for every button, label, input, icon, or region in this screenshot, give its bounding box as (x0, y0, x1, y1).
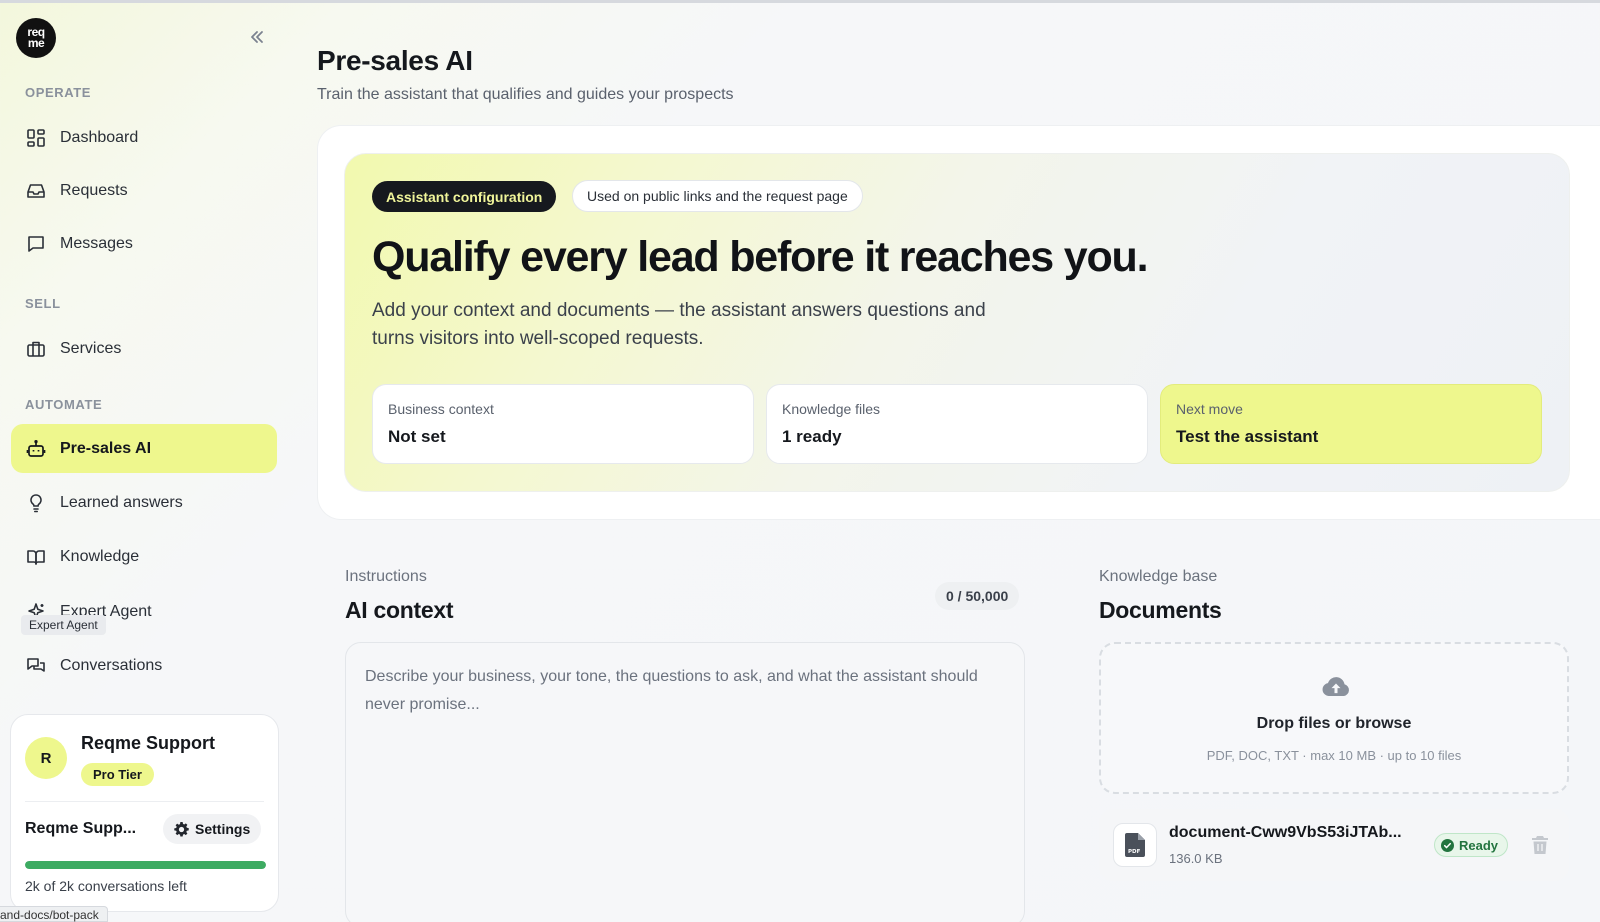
settings-button[interactable]: Settings (163, 814, 262, 844)
stat-business-context[interactable]: Business context Not set (372, 384, 754, 464)
grid-icon (25, 127, 47, 149)
sidebar-item-label: Requests (60, 181, 128, 199)
dropzone-title: Drop files or browse (1256, 715, 1412, 732)
bot-icon (25, 438, 47, 460)
chat-icon (25, 655, 47, 677)
hero-title: Qualify every lead before it reaches you… (372, 233, 1149, 281)
stat-value: Not set (388, 427, 446, 446)
sidebar-item-label: Pre-sales AI (60, 439, 152, 457)
settings-label: Settings (195, 821, 251, 837)
section-sell: SELL (25, 296, 61, 311)
dropzone-hint: PDF, DOC, TXT · max 10 MB · up to 10 fil… (1206, 748, 1462, 763)
collapse-sidebar-button[interactable] (246, 26, 268, 48)
check-circle-icon (1441, 838, 1454, 852)
account-divider (25, 801, 264, 802)
stat-value: Test the assistant (1176, 427, 1319, 446)
hero-description: Add your context and documents — the ass… (372, 300, 986, 349)
page-subtitle: Train the assistant that qualifies and g… (317, 86, 734, 103)
section-automate: AUTOMATE (25, 397, 103, 412)
usage-progress-bar (25, 861, 266, 869)
document-row[interactable]: PDF document-Cww9VbS53iJTAb... 136.0 KB … (1099, 809, 1569, 881)
status-badge: Ready (1434, 833, 1509, 857)
cloud-upload-icon (1322, 677, 1349, 696)
usage-text: 2k of 2k conversations left (25, 878, 187, 894)
sidebar-item-knowledge[interactable]: Knowledge (11, 532, 277, 581)
knowledge-base-kicker: Knowledge base (1099, 568, 1218, 585)
stat-next-move[interactable]: Next move Test the assistant (1160, 384, 1542, 464)
sidebar-item-label: Conversations (60, 656, 163, 674)
character-counter: 0 / 50,000 (935, 582, 1020, 610)
assistant-configuration-chip: Assistant configuration (372, 181, 557, 212)
sidebar-item-dashboard[interactable]: Dashboard (11, 113, 277, 162)
stat-label: Knowledge files (782, 401, 881, 417)
usage-progress-fill (25, 861, 266, 869)
instructions-kicker: Instructions (345, 568, 427, 585)
sidebar-item-label: Knowledge (60, 547, 140, 565)
sidebar-item-services[interactable]: Services (11, 324, 277, 373)
book-icon (25, 546, 47, 568)
svg-text:PDF: PDF (1128, 849, 1141, 855)
stat-value: 1 ready (782, 427, 842, 446)
sidebar-item-label: Messages (60, 234, 133, 252)
account-name: Reqme Support (81, 733, 216, 753)
double-chevron-left-icon (251, 31, 263, 43)
file-dropzone[interactable]: Drop files or browse PDF, DOC, TXT · max… (1099, 642, 1569, 794)
ai-context-title: AI context (345, 597, 454, 623)
tier-badge: Pro Tier (81, 763, 154, 786)
sidebar-item-pre-sales-ai[interactable]: Pre-sales AI (11, 424, 277, 473)
status-url-hint: and-docs/bot-pack (0, 906, 108, 922)
document-name: document-Cww9VbS53iJTAb... (1169, 824, 1402, 841)
usage-context-chip: Used on public links and the request pag… (572, 180, 863, 212)
inbox-icon (25, 180, 47, 202)
page-title: Pre-sales AI (317, 45, 473, 76)
gear-icon (174, 821, 189, 836)
sidebar-item-label: Dashboard (60, 128, 139, 146)
status-label: Ready (1459, 837, 1499, 853)
lightbulb-icon (25, 492, 47, 514)
account-short-name: Reqme Supp... (25, 820, 137, 837)
sidebar: req me OPERATE Dashboard Requests Message… (0, 0, 290, 922)
sidebar-item-learned-answers[interactable]: Learned answers (11, 478, 277, 527)
ai-context-textarea[interactable] (345, 642, 1025, 922)
stat-knowledge-files[interactable]: Knowledge files 1 ready (766, 384, 1148, 464)
sidebar-item-conversations[interactable]: Conversations (11, 641, 277, 690)
briefcase-icon (25, 338, 47, 360)
sidebar-item-label: Services (60, 339, 122, 357)
stat-label: Business context (388, 401, 494, 417)
pdf-file-icon: PDF (1113, 823, 1157, 867)
tooltip-expert-agent: Expert Agent (21, 615, 106, 635)
sidebar-item-messages[interactable]: Messages (11, 219, 277, 268)
message-icon (25, 233, 47, 255)
document-size: 136.0 KB (1169, 851, 1223, 866)
stat-label: Next move (1176, 401, 1243, 417)
account-card: R Reqme Support Pro Tier Reqme Supp... S… (10, 714, 279, 912)
sidebar-item-requests[interactable]: Requests (11, 166, 277, 215)
trash-icon[interactable] (1531, 835, 1549, 855)
documents-title: Documents (1099, 597, 1222, 623)
sidebar-item-label: Learned answers (60, 493, 183, 511)
avatar[interactable]: R (25, 737, 67, 779)
section-operate: OPERATE (25, 85, 92, 100)
reqme-logo[interactable]: req me (16, 18, 56, 58)
